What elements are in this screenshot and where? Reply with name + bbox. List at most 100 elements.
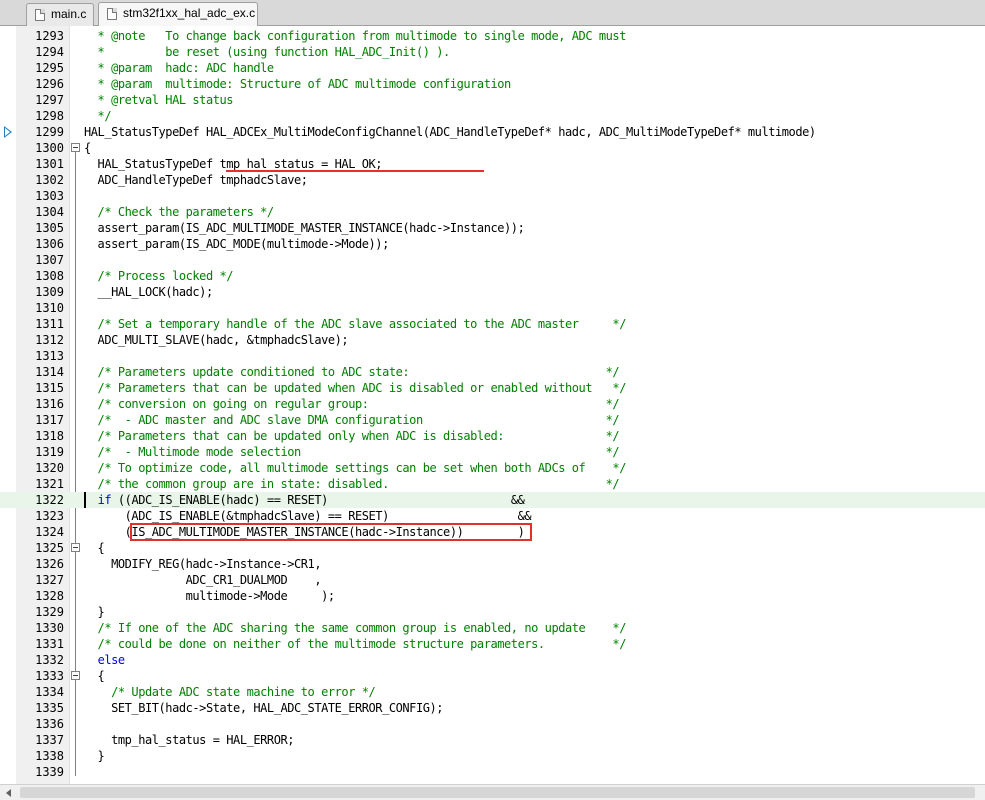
code-line: 1326 MODIFY_REG(hadc->Instance->CR1, — [0, 556, 985, 572]
code-editor[interactable]: 1293 * @note To change back configuratio… — [0, 26, 985, 784]
line-number: 1317 — [35, 413, 64, 427]
line-number: 1328 — [35, 589, 64, 603]
code-text: { — [84, 140, 91, 156]
code-line: 1312 ADC_MULTI_SLAVE(hadc, &tmphadcSlave… — [0, 332, 985, 348]
code-text: * be reset (using function HAL_ADC_Init(… — [84, 44, 451, 60]
code-text: { — [84, 540, 105, 556]
code-text: ADC_HandleTypeDef tmphadcSlave; — [84, 172, 308, 188]
code-line: 1328 multimode->Mode ); — [0, 588, 985, 604]
code-line: 1305 assert_param(IS_ADC_MULTIMODE_MASTE… — [0, 220, 985, 236]
current-position-arrow-icon — [4, 126, 12, 138]
code-line: 1294 * be reset (using function HAL_ADC_… — [0, 44, 985, 60]
line-number: 1312 — [35, 333, 64, 347]
code-token: ADC_MULTI_SLAVE(hadc, &tmphadcSlave); — [84, 333, 349, 347]
code-text: */ — [84, 108, 112, 124]
code-text: /* - Multimode mode selection */ — [84, 444, 620, 460]
line-number: 1320 — [35, 461, 64, 475]
code-token: assert_param(IS_ADC_MODE(multimode->Mode… — [84, 237, 390, 251]
line-number: 1298 — [35, 109, 64, 123]
line-number: 1304 — [35, 205, 64, 219]
code-text: /* Parameters that can be updated only w… — [84, 428, 620, 444]
code-text: /* To optimize code, all multimode setti… — [84, 460, 627, 476]
code-text: if ((ADC_IS_ENABLE(hadc) == RESET) && — [84, 492, 525, 508]
code-line: 1325 { — [0, 540, 985, 556]
fold-toggle-icon[interactable] — [71, 543, 80, 552]
code-line: 1321 /* the common group are in state: d… — [0, 476, 985, 492]
comment-text: * be reset (using function HAL_ADC_Init(… — [84, 45, 451, 59]
code-line: 1318 /* Parameters that can be updated o… — [0, 428, 985, 444]
line-number: 1322 — [35, 493, 64, 507]
line-number: 1315 — [35, 381, 64, 395]
line-number: 1331 — [35, 637, 64, 651]
code-line: 1316 /* conversion on going on regular g… — [0, 396, 985, 412]
code-line: 1299 HAL_StatusTypeDef HAL_ADCEx_MultiMod… — [0, 124, 985, 140]
code-text: __HAL_LOCK(hadc); — [84, 284, 214, 300]
code-token: } — [84, 749, 105, 763]
line-number: 1336 — [35, 717, 64, 731]
code-line: 1329 } — [0, 604, 985, 620]
fold-toggle-icon[interactable] — [71, 143, 80, 152]
code-token: { — [84, 541, 105, 555]
code-line: 1333 { — [0, 668, 985, 684]
line-number: 1334 — [35, 685, 64, 699]
comment-text: /* If one of the ADC sharing the same co… — [84, 621, 627, 635]
code-line: 1331 /* could be done on neither of the … — [0, 636, 985, 652]
tab-label: stm32f1xx_hal_adc_ex.c — [123, 6, 256, 20]
code-lines: 1293 * @note To change back configuratio… — [0, 28, 985, 780]
code-line: 1296 * @param multimode: Structure of AD… — [0, 76, 985, 92]
line-number: 1309 — [35, 285, 64, 299]
line-number: 1333 — [35, 669, 64, 683]
code-token: { — [84, 669, 105, 683]
comment-text: /* Update ADC state machine to error */ — [84, 685, 376, 699]
tab-main-c[interactable]: main.c — [26, 3, 94, 26]
code-text: /* Check the parameters */ — [84, 204, 275, 220]
code-token: SET_BIT(hadc->State, HAL_ADC_STATE_ERROR… — [84, 701, 444, 715]
comment-text: /* Check the parameters */ — [84, 205, 275, 219]
code-line: 1309 __HAL_LOCK(hadc); — [0, 284, 985, 300]
line-number: 1313 — [35, 349, 64, 363]
line-number: 1337 — [35, 733, 64, 747]
code-line: 1315 /* Parameters that can be updated w… — [0, 380, 985, 396]
line-number: 1318 — [35, 429, 64, 443]
line-number: 1310 — [35, 301, 64, 315]
code-text: assert_param(IS_ADC_MULTIMODE_MASTER_INS… — [84, 220, 525, 236]
code-text: multimode->Mode ); — [84, 588, 336, 604]
code-line: 1327 ADC_CR1_DUALMOD , — [0, 572, 985, 588]
line-number: 1300 — [35, 141, 64, 155]
line-number: 1305 — [35, 221, 64, 235]
annotation-box — [130, 523, 532, 541]
line-number: 1308 — [35, 269, 64, 283]
comment-text: /* Process locked */ — [84, 269, 234, 283]
code-text: /* Parameters that can be updated when A… — [84, 380, 627, 396]
code-line: 1301 HAL_StatusTypeDef tmp_hal_status = … — [0, 156, 985, 172]
code-text: /* Update ADC state machine to error */ — [84, 684, 376, 700]
line-number: 1293 — [35, 29, 64, 43]
keyword-text: if — [97, 493, 112, 507]
horizontal-scrollbar[interactable] — [0, 784, 985, 800]
code-line: 1334 /* Update ADC state machine to erro… — [0, 684, 985, 700]
scroll-left-arrow-icon[interactable] — [6, 789, 11, 797]
code-line: 1337 tmp_hal_status = HAL_ERROR; — [0, 732, 985, 748]
fold-toggle-icon[interactable] — [71, 671, 80, 680]
code-token: multimode->Mode ); — [84, 589, 336, 603]
comment-text: /* conversion on going on regular group:… — [84, 397, 620, 411]
line-number: 1338 — [35, 749, 64, 763]
code-text: MODIFY_REG(hadc->Instance->CR1, — [84, 556, 321, 572]
tab-stm32f1xx-hal-adc-ex-c[interactable]: stm32f1xx_hal_adc_ex.c — [98, 2, 258, 27]
comment-text: /* Parameters update conditioned to ADC … — [84, 365, 620, 379]
code-token: ADC_CR1_DUALMOD , — [84, 573, 322, 587]
code-text: /* Process locked */ — [84, 268, 234, 284]
line-number: 1306 — [35, 237, 64, 251]
line-number: 1297 — [35, 93, 64, 107]
code-token: MODIFY_REG(hadc->Instance->CR1, — [84, 557, 322, 571]
scrollbar-thumb[interactable] — [20, 787, 975, 798]
code-text: } — [84, 748, 105, 764]
code-text: tmp_hal_status = HAL_ERROR; — [84, 732, 294, 748]
code-text: else — [84, 652, 126, 668]
code-token: tmp_hal_status = HAL_ERROR; — [84, 733, 295, 747]
code-line: 1317 /* - ADC master and ADC slave DMA c… — [0, 412, 985, 428]
line-number: 1307 — [35, 253, 64, 267]
comment-text: * @note To change back configuration fro… — [84, 29, 627, 43]
code-text: /* the common group are in state: disabl… — [84, 476, 620, 492]
code-line: 1300 { — [0, 140, 985, 156]
